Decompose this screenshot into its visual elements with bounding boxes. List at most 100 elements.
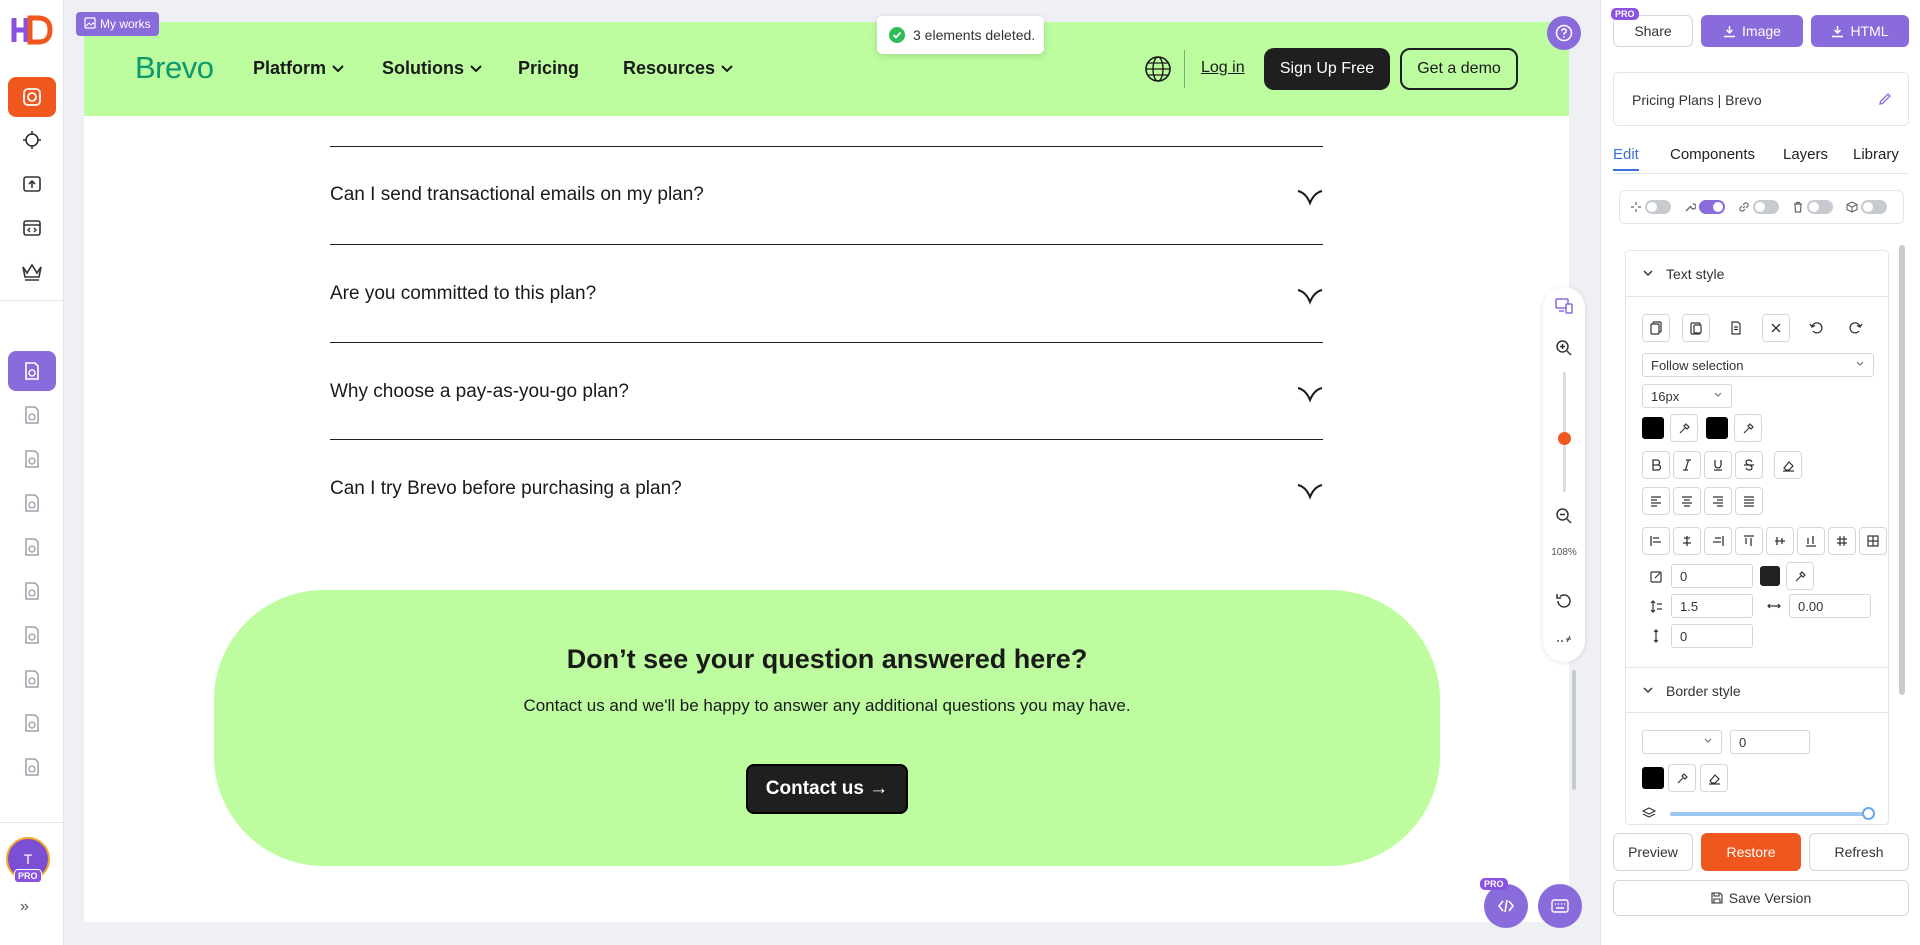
redo-button[interactable] xyxy=(1842,314,1870,342)
rail-page-10[interactable] xyxy=(8,747,56,787)
globe-icon[interactable] xyxy=(1144,55,1172,83)
zoom-in-icon[interactable] xyxy=(1555,339,1573,357)
reset-view-icon[interactable] xyxy=(1555,592,1573,610)
rail-page-8[interactable] xyxy=(8,659,56,699)
border-color-picker[interactable] xyxy=(1668,764,1696,792)
rail-page-active[interactable] xyxy=(8,351,56,391)
zoom-out-icon[interactable] xyxy=(1555,507,1573,525)
undo-button[interactable] xyxy=(1802,314,1830,342)
document-style-button[interactable] xyxy=(1722,314,1750,342)
faq-question-3[interactable]: Why choose a pay-as-you-go plan? xyxy=(330,381,629,403)
font-family-select[interactable]: Follow selection xyxy=(1642,353,1874,377)
export-html-button[interactable]: HTML xyxy=(1811,15,1909,47)
toggle-switch[interactable] xyxy=(1753,200,1779,214)
letter-spacing-input[interactable]: 0.00 xyxy=(1789,594,1871,618)
opacity-slider-knob[interactable] xyxy=(1862,807,1875,820)
zoom-slider-knob[interactable] xyxy=(1558,432,1571,445)
highlight-color-swatch[interactable] xyxy=(1706,417,1728,439)
rail-design-button[interactable] xyxy=(8,77,56,117)
chevron-down-icon[interactable] xyxy=(1296,287,1324,305)
toggle-switch[interactable] xyxy=(1645,200,1671,214)
clear-format-button[interactable] xyxy=(1774,451,1802,479)
responsive-icon[interactable] xyxy=(1555,297,1573,315)
tab-library[interactable]: Library xyxy=(1853,146,1899,163)
refresh-button[interactable]: Refresh xyxy=(1809,833,1909,871)
faq-question-4[interactable]: Can I try Brevo before purchasing a plan… xyxy=(330,478,682,500)
rail-page-4[interactable] xyxy=(8,483,56,523)
text-border-color-picker[interactable] xyxy=(1786,562,1814,590)
rail-upload-button[interactable] xyxy=(8,164,56,204)
clear-border-button[interactable] xyxy=(1700,764,1728,792)
line-height-input[interactable]: 1.5 xyxy=(1671,594,1753,618)
distribute-vcenter-button[interactable] xyxy=(1766,527,1794,555)
distribute-hcenter-button[interactable] xyxy=(1673,527,1701,555)
rail-page-2[interactable] xyxy=(8,395,56,435)
toggle-switch[interactable] xyxy=(1807,200,1833,214)
tab-components[interactable]: Components xyxy=(1670,146,1755,163)
save-version-button[interactable]: Save Version xyxy=(1613,880,1909,916)
strikethrough-button[interactable] xyxy=(1735,451,1763,479)
text-border-width-input[interactable]: 0 xyxy=(1671,564,1753,588)
rail-target-button[interactable] xyxy=(8,120,56,160)
copy-style-button[interactable] xyxy=(1642,314,1670,342)
border-color-swatch[interactable] xyxy=(1642,767,1664,789)
page-title-field[interactable]: Pricing Plans | Brevo xyxy=(1613,72,1909,126)
canvas-scrollbar[interactable] xyxy=(1572,670,1576,790)
underline-button[interactable] xyxy=(1704,451,1732,479)
text-style-header[interactable]: Text style xyxy=(1626,251,1888,297)
opacity-slider-track[interactable] xyxy=(1670,812,1870,816)
align-center-button[interactable] xyxy=(1673,487,1701,515)
brand-logo[interactable]: Brevo xyxy=(135,50,214,86)
nav-pricing[interactable]: Pricing xyxy=(518,58,579,79)
chevron-down-icon[interactable] xyxy=(1296,385,1324,403)
faq-question-1[interactable]: Can I send transactional emails on my pl… xyxy=(330,184,704,206)
distribute-right-button[interactable] xyxy=(1704,527,1732,555)
pencil-icon[interactable] xyxy=(1878,92,1892,106)
toggle-effects[interactable] xyxy=(1630,200,1671,214)
border-type-select[interactable] xyxy=(1642,730,1722,754)
expand-rail-icon[interactable]: » xyxy=(20,898,29,916)
faq-question-2[interactable]: Are you committed to this plan? xyxy=(330,283,596,305)
text-color-picker[interactable] xyxy=(1670,414,1698,442)
rail-page-5[interactable] xyxy=(8,527,56,567)
align-justify-button[interactable] xyxy=(1735,487,1763,515)
rail-page-7[interactable] xyxy=(8,615,56,655)
paste-style-button[interactable] xyxy=(1682,314,1710,342)
rail-page-3[interactable] xyxy=(8,439,56,479)
distribute-bottom-button[interactable] xyxy=(1797,527,1825,555)
chevron-down-icon[interactable] xyxy=(1296,482,1324,500)
code-fab-button[interactable] xyxy=(1484,884,1528,928)
rail-code-button[interactable] xyxy=(8,208,56,248)
more-tools-icon[interactable] xyxy=(1555,632,1573,646)
border-style-header[interactable]: Border style xyxy=(1626,667,1888,713)
paragraph-spacing-input[interactable]: 0 xyxy=(1671,624,1753,648)
border-width-input[interactable]: 0 xyxy=(1730,730,1810,754)
highlight-color-picker[interactable] xyxy=(1734,414,1762,442)
toggle-tools[interactable] xyxy=(1684,200,1725,214)
text-border-color-swatch[interactable] xyxy=(1760,566,1780,586)
login-link[interactable]: Log in xyxy=(1201,59,1245,77)
distribute-grid-button[interactable] xyxy=(1828,527,1856,555)
tab-edit[interactable]: Edit xyxy=(1613,146,1639,171)
tab-layers[interactable]: Layers xyxy=(1783,146,1828,163)
panel-scrollbar[interactable] xyxy=(1899,245,1905,695)
nav-platform[interactable]: Platform xyxy=(253,58,344,79)
font-size-select[interactable]: 16px xyxy=(1642,384,1732,408)
restore-button[interactable]: Restore xyxy=(1701,833,1801,871)
contact-button[interactable]: Contact us → xyxy=(746,764,908,814)
rail-page-6[interactable] xyxy=(8,571,56,611)
export-image-button[interactable]: Image xyxy=(1701,15,1803,47)
app-logo-icon[interactable] xyxy=(8,12,56,48)
italic-button[interactable] xyxy=(1673,451,1701,479)
text-color-swatch[interactable] xyxy=(1642,417,1664,439)
toggle-switch[interactable] xyxy=(1699,200,1725,214)
toggle-delete[interactable] xyxy=(1792,200,1833,214)
align-right-button[interactable] xyxy=(1704,487,1732,515)
distribute-top-button[interactable] xyxy=(1735,527,1763,555)
help-button[interactable] xyxy=(1547,16,1581,50)
rail-page-9[interactable] xyxy=(8,703,56,743)
toggle-3d[interactable] xyxy=(1846,200,1887,214)
distribute-table-button[interactable] xyxy=(1859,527,1887,555)
nav-resources[interactable]: Resources xyxy=(623,58,733,79)
clear-style-button[interactable] xyxy=(1762,314,1790,342)
